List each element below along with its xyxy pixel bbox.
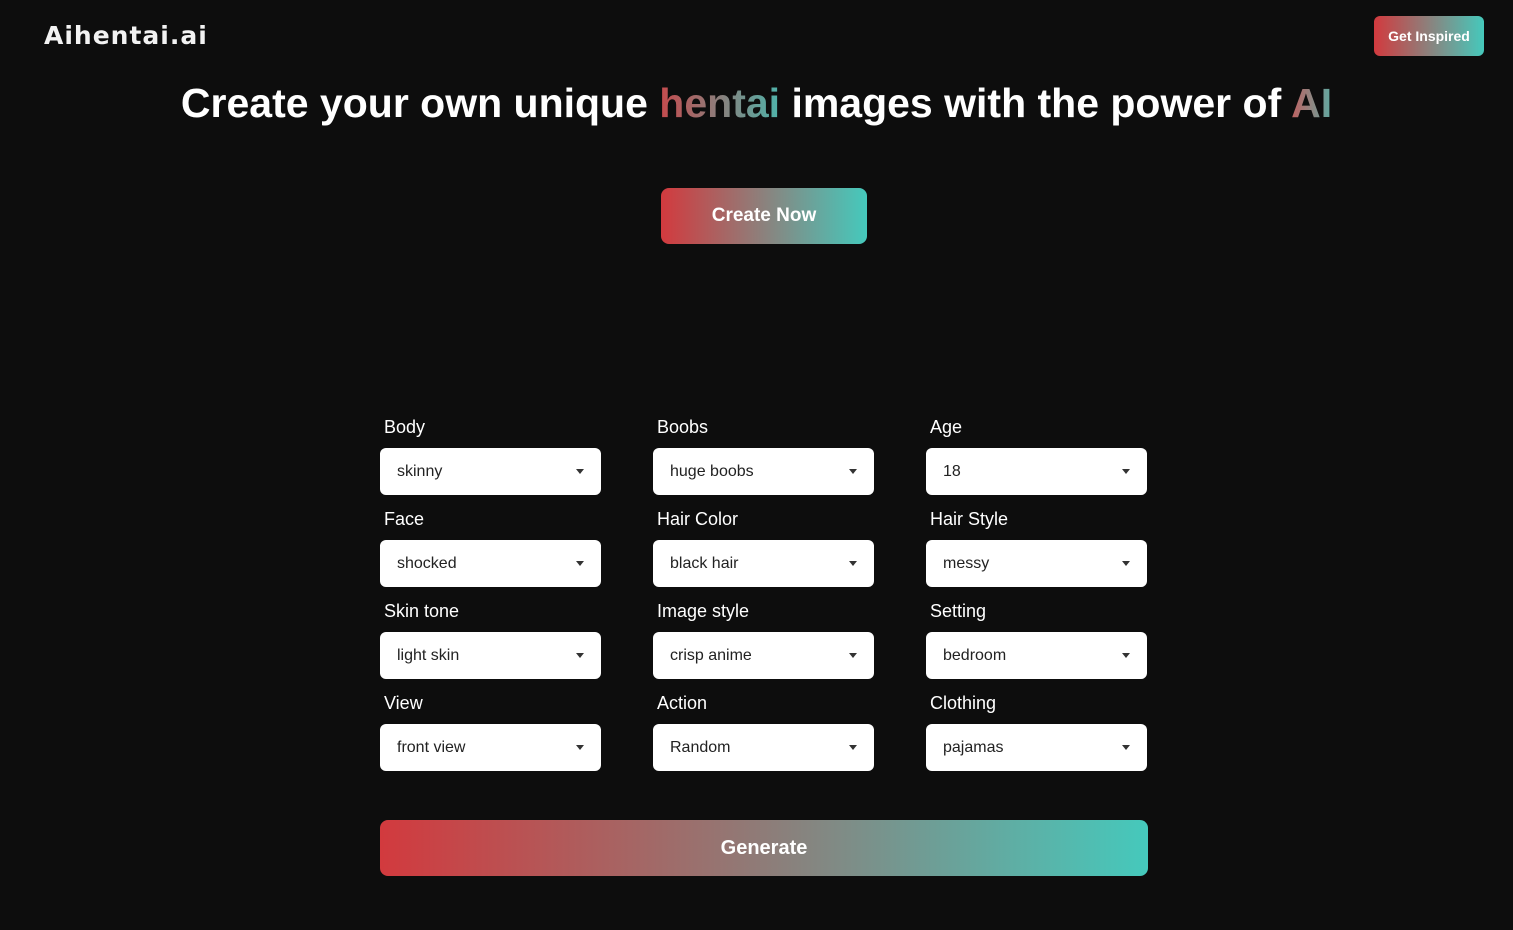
caret-down-icon	[1122, 745, 1130, 750]
hero-title-highlight-ai: AI	[1291, 80, 1333, 126]
hero-title-part2: images with the power of	[780, 80, 1292, 126]
field-label-setting: Setting	[930, 601, 987, 621]
field-label-image-style: Image style	[657, 601, 750, 621]
field-action: Action Random	[653, 690, 874, 782]
options-form: Body skinny Boobs huge boobs Age 18 Face	[380, 414, 1148, 782]
caret-down-icon	[1122, 653, 1130, 658]
caret-down-icon	[1122, 469, 1130, 474]
field-label-action: Action	[657, 693, 708, 713]
generate-button[interactable]: Generate	[380, 820, 1148, 876]
field-label-skin-tone: Skin tone	[384, 601, 460, 621]
caret-down-icon	[849, 469, 857, 474]
age-select-value: 18	[943, 463, 961, 480]
hair-color-select[interactable]: black hair	[653, 540, 874, 587]
hero-title-part1: Create your own unique	[180, 80, 660, 126]
image-style-select-value: crisp anime	[670, 647, 752, 664]
hair-style-select[interactable]: messy	[926, 540, 1147, 587]
view-select[interactable]: front view	[380, 724, 601, 771]
field-label-face: Face	[384, 509, 425, 529]
skin-tone-select-value: light skin	[397, 647, 460, 664]
field-hair-color: Hair Color black hair	[653, 506, 874, 598]
caret-down-icon	[576, 745, 584, 750]
setting-select-value: bedroom	[943, 647, 1007, 664]
action-select[interactable]: Random	[653, 724, 874, 771]
caret-down-icon	[849, 745, 857, 750]
get-inspired-button[interactable]: Get Inspired	[1374, 16, 1484, 56]
caret-down-icon	[576, 469, 584, 474]
clothing-select-value: pajamas	[943, 739, 1004, 756]
caret-down-icon	[1122, 561, 1130, 566]
face-select-value: shocked	[397, 555, 457, 572]
field-face: Face shocked	[380, 506, 601, 598]
field-image-style: Image style crisp anime	[653, 598, 874, 690]
field-hair-style: Hair Style messy	[926, 506, 1147, 598]
action-select-value: Random	[670, 739, 731, 756]
boobs-select[interactable]: huge boobs	[653, 448, 874, 495]
field-age: Age 18	[926, 414, 1147, 506]
image-style-select[interactable]: crisp anime	[653, 632, 874, 679]
skin-tone-select[interactable]: light skin	[380, 632, 601, 679]
field-label-hair-style: Hair Style	[930, 509, 1009, 529]
field-label-clothing: Clothing	[930, 693, 997, 713]
field-label-view: View	[384, 693, 423, 713]
field-clothing: Clothing pajamas	[926, 690, 1147, 782]
field-skin-tone: Skin tone light skin	[380, 598, 601, 690]
field-view: View front view	[380, 690, 601, 782]
hair-color-select-value: black hair	[670, 555, 739, 572]
boobs-select-value: huge boobs	[670, 463, 754, 480]
site-logo[interactable]: Aihentai.ai	[44, 20, 208, 52]
age-select[interactable]: 18	[926, 448, 1147, 495]
hero-title: Create your own unique hentai images wit…	[0, 78, 1513, 128]
caret-down-icon	[849, 653, 857, 658]
clothing-select[interactable]: pajamas	[926, 724, 1147, 771]
body-select[interactable]: skinny	[380, 448, 601, 495]
setting-select[interactable]: bedroom	[926, 632, 1147, 679]
view-select-value: front view	[397, 739, 466, 756]
caret-down-icon	[576, 653, 584, 658]
field-label-age: Age	[930, 417, 963, 437]
field-label-hair-color: Hair Color	[657, 509, 739, 529]
face-select[interactable]: shocked	[380, 540, 601, 587]
field-boobs: Boobs huge boobs	[653, 414, 874, 506]
field-label-boobs: Boobs	[657, 417, 709, 437]
create-now-button[interactable]: Create Now	[661, 188, 867, 244]
caret-down-icon	[849, 561, 857, 566]
field-body: Body skinny	[380, 414, 601, 506]
page: Aihentai.ai Get Inspired Create your own…	[0, 0, 1513, 930]
hair-style-select-value: messy	[943, 555, 990, 572]
caret-down-icon	[576, 561, 584, 566]
field-setting: Setting bedroom	[926, 598, 1147, 690]
field-label-body: Body	[384, 417, 426, 437]
hero-title-highlight-hentai: hentai	[659, 80, 781, 126]
body-select-value: skinny	[397, 463, 443, 480]
